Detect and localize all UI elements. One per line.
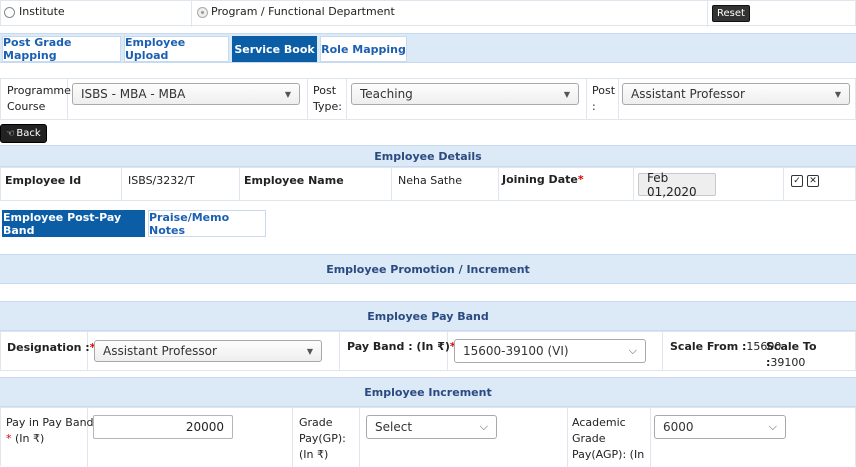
grade-pay-label: Grade Pay(GP): (In ₹)	[299, 416, 346, 461]
post-type-select[interactable]: Teaching ▼	[351, 83, 579, 105]
scale-to: Scale To :39100	[766, 340, 817, 369]
post-type-label: Post Type:	[313, 84, 342, 113]
back-button[interactable]: ☜ Back	[0, 124, 47, 143]
increment-title: Employee Increment	[364, 385, 492, 399]
pay-band-select[interactable]: 15600-39100 (VI) ⌵	[454, 339, 646, 363]
pay-band-label: Pay Band : (In ₹)*	[347, 340, 456, 353]
chevron-down-icon: ▼	[306, 346, 313, 356]
radio-program-label: Program / Functional Department	[211, 5, 395, 18]
tab-praise-memo-notes[interactable]: Praise/Memo Notes	[148, 210, 266, 237]
tab-service-book[interactable]: Service Book	[232, 36, 317, 62]
scale-from: Scale From :15600	[670, 340, 782, 353]
academic-grade-pay-select[interactable]: 6000 ⌵	[654, 415, 786, 439]
radio-program[interactable]	[197, 7, 208, 18]
programme-label: Programme / Course	[7, 84, 79, 113]
academic-grade-pay-label: Academic Grade Pay(AGP): (In	[572, 416, 645, 461]
radio-institute-label: Institute	[19, 5, 65, 18]
check-icon[interactable]: ✓	[791, 175, 803, 187]
chevron-down-icon: ⌵	[628, 344, 637, 357]
joining-date-label: Joining Date*	[502, 173, 584, 186]
employee-name-value: Neha Sathe	[398, 174, 462, 187]
pay-in-pay-band-input[interactable]: 20000	[93, 415, 233, 439]
close-icon[interactable]: ✕	[807, 175, 819, 187]
reset-button[interactable]: Reset	[712, 5, 750, 22]
employee-name-label: Employee Name	[244, 174, 344, 187]
chevron-down-icon: ⌵	[479, 420, 488, 433]
post-select[interactable]: Assistant Professor ▼	[622, 83, 850, 105]
employee-details-title: Employee Details	[374, 149, 482, 163]
designation-select[interactable]: Assistant Professor ▼	[94, 340, 322, 362]
post-label: Post:	[592, 84, 616, 113]
pay-band-title: Employee Pay Band	[367, 309, 489, 323]
promotion-header: Employee Promotion / Increment	[0, 254, 856, 284]
increment-header: Employee Increment	[0, 377, 856, 407]
chevron-down-icon: ⌵	[768, 420, 777, 433]
joining-date-field[interactable]: Feb 01,2020	[638, 171, 716, 199]
programme-select[interactable]: ISBS - MBA - MBA ▼	[72, 83, 300, 105]
radio-institute[interactable]	[4, 7, 15, 18]
tab-role-mapping[interactable]: Role Mapping	[320, 36, 407, 62]
tab-employee-post-pay-band[interactable]: Employee Post-Pay Band	[2, 210, 145, 237]
tab-post-grade-mapping[interactable]: Post Grade Mapping	[2, 36, 121, 62]
designation-label: Designation :*	[7, 341, 96, 354]
chevron-down-icon: ▼	[834, 89, 841, 99]
grade-pay-select[interactable]: Select ⌵	[366, 415, 497, 439]
employee-details-header: Employee Details	[0, 145, 856, 167]
employee-id-value: ISBS/3232/T	[128, 174, 195, 187]
promotion-title: Employee Promotion / Increment	[326, 262, 530, 276]
chevron-down-icon: ▼	[563, 89, 570, 99]
hand-pointer-icon: ☜	[6, 128, 15, 139]
tab-employee-upload[interactable]: Employee Upload	[124, 36, 229, 62]
employee-id-label: Employee Id	[5, 174, 82, 187]
pay-band-header: Employee Pay Band	[0, 301, 856, 331]
chevron-down-icon: ▼	[284, 89, 291, 99]
pay-in-pay-band-label: Pay in Pay Band: * (In ₹)	[6, 416, 98, 445]
